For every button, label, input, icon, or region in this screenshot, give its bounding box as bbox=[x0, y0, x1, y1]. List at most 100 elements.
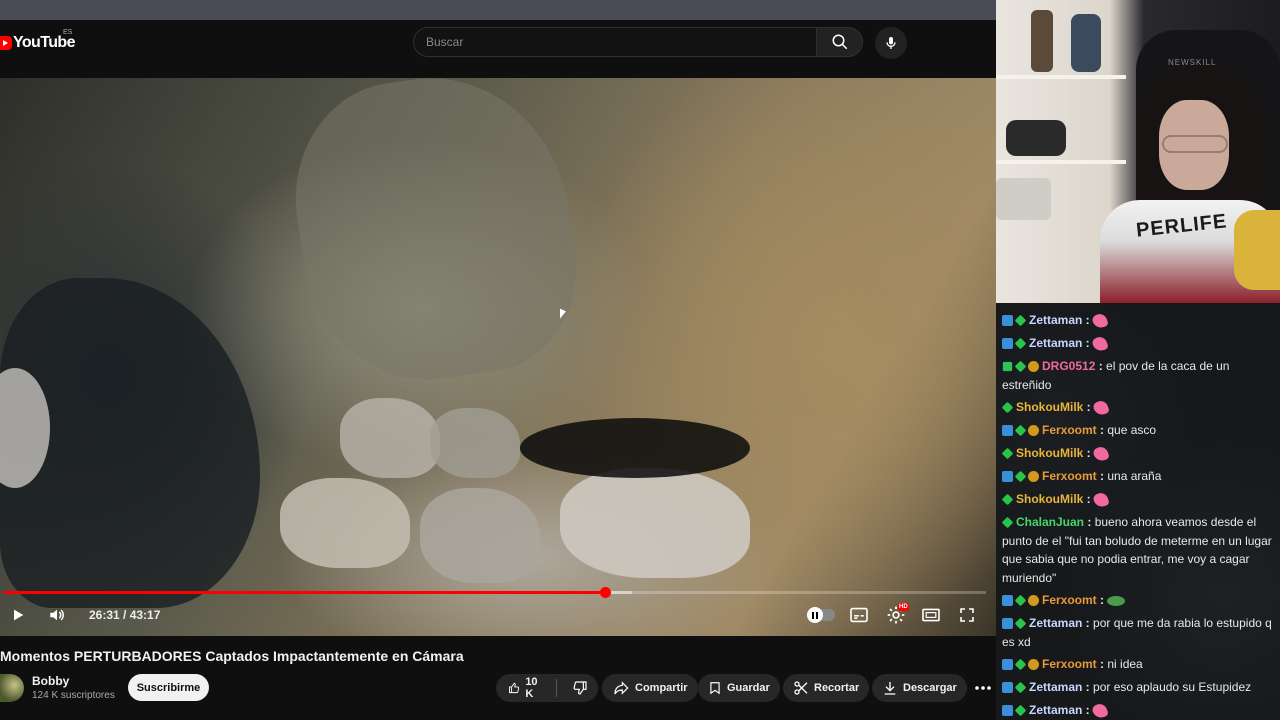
share-label: Compartir bbox=[635, 682, 688, 694]
chat-separator: : bbox=[1084, 515, 1095, 529]
broadcaster-icon bbox=[1002, 425, 1013, 437]
chat-badges bbox=[1001, 447, 1014, 460]
chat-badges bbox=[1001, 401, 1014, 414]
chat-separator: : bbox=[1082, 616, 1094, 630]
chat-badges bbox=[1002, 594, 1039, 607]
shelf bbox=[996, 75, 1126, 79]
chat-badges bbox=[1002, 704, 1027, 717]
progress-bar[interactable] bbox=[3, 587, 986, 598]
chat-username[interactable]: ChalanJuan bbox=[1016, 515, 1084, 529]
fullscreen-button[interactable] bbox=[954, 604, 980, 626]
video-title: Momentos PERTURBADORES Captados Impactan… bbox=[0, 648, 464, 664]
more-icon bbox=[975, 686, 991, 690]
rock-shape bbox=[340, 398, 440, 478]
chat-badges bbox=[1002, 658, 1039, 671]
chat-message: Zettaman : bbox=[1002, 334, 1272, 353]
chat-message: Ferxoomt : que asco bbox=[1002, 421, 1272, 440]
autoplay-toggle[interactable] bbox=[806, 607, 836, 623]
clip-button[interactable]: Recortar bbox=[783, 674, 870, 702]
chat-username[interactable]: ShokouMilk bbox=[1016, 446, 1083, 460]
save-label: Guardar bbox=[727, 682, 770, 694]
frog-emote bbox=[1107, 595, 1126, 606]
volume-button[interactable] bbox=[44, 604, 70, 626]
like-divider bbox=[556, 679, 557, 697]
figurine bbox=[1006, 120, 1066, 156]
like-button[interactable]: 10 K bbox=[496, 674, 551, 702]
chat-separator: : bbox=[1096, 469, 1108, 483]
fullscreen-icon bbox=[960, 608, 974, 622]
voice-search-button[interactable] bbox=[875, 27, 907, 59]
scrubber-handle[interactable] bbox=[600, 587, 612, 598]
bookmark-icon bbox=[710, 682, 720, 695]
chat-username[interactable]: ShokouMilk bbox=[1016, 492, 1083, 506]
chat-username[interactable]: Ferxoomt bbox=[1042, 469, 1097, 483]
chat-badges bbox=[1001, 516, 1014, 529]
plush-toy bbox=[1234, 210, 1280, 290]
chat-username[interactable]: Ferxoomt bbox=[1042, 657, 1097, 671]
pink-emote bbox=[1092, 490, 1110, 509]
chat-separator: : bbox=[1096, 657, 1108, 671]
rock-shape bbox=[420, 488, 540, 583]
chat-username[interactable]: DRG0512 bbox=[1042, 359, 1095, 373]
chat-username[interactable]: Ferxoomt bbox=[1042, 593, 1097, 607]
youtube-window: YouTube ES Buscar 26:31 / 43:17 HD Momen… bbox=[0, 0, 996, 720]
chat-username[interactable]: Zettaman bbox=[1029, 313, 1082, 327]
settings-button[interactable]: HD bbox=[882, 603, 910, 627]
pink-emote bbox=[1092, 444, 1110, 463]
figurine bbox=[1031, 10, 1053, 72]
play-button[interactable] bbox=[6, 604, 30, 626]
share-button[interactable]: Compartir bbox=[602, 674, 698, 702]
chat-username[interactable]: Zettaman bbox=[1029, 616, 1082, 630]
broadcaster-icon bbox=[1002, 705, 1013, 717]
youtube-logo[interactable]: YouTube ES bbox=[0, 29, 75, 54]
search-input[interactable] bbox=[426, 35, 816, 49]
more-actions-button[interactable] bbox=[970, 674, 996, 702]
channel-avatar[interactable] bbox=[0, 674, 24, 702]
chat-message: Ferxoomt : bbox=[1002, 591, 1272, 610]
save-button[interactable]: Guardar bbox=[698, 674, 780, 702]
sub-icon bbox=[1001, 401, 1014, 414]
chat-username[interactable]: Ferxoomt bbox=[1042, 423, 1097, 437]
sub-icon bbox=[1014, 424, 1027, 437]
pink-emote bbox=[1091, 334, 1109, 353]
autoplay-track bbox=[807, 607, 835, 623]
channel-name[interactable]: Bobby bbox=[32, 674, 69, 688]
sub-icon bbox=[1014, 704, 1027, 717]
subscribe-button[interactable]: Suscribirme bbox=[128, 674, 209, 701]
sub-icon bbox=[1014, 681, 1027, 694]
mouse-cursor bbox=[560, 308, 566, 322]
theater-button[interactable] bbox=[918, 604, 944, 626]
pink-emote bbox=[1091, 701, 1109, 720]
theater-icon bbox=[922, 608, 940, 622]
dislike-button[interactable] bbox=[562, 674, 598, 702]
sub-icon bbox=[1001, 447, 1014, 460]
browser-top-strip bbox=[0, 0, 996, 20]
chat-username[interactable]: Zettaman bbox=[1029, 703, 1082, 717]
download-button[interactable]: Descargar bbox=[872, 674, 967, 702]
subtitles-button[interactable] bbox=[846, 604, 872, 626]
search-button[interactable] bbox=[817, 27, 863, 57]
hd-badge: HD bbox=[898, 603, 909, 611]
chat-badges bbox=[1002, 617, 1027, 630]
pink-emote bbox=[1092, 398, 1110, 417]
youtube-play-icon bbox=[0, 36, 12, 50]
video-player[interactable] bbox=[0, 78, 996, 636]
progress-played bbox=[3, 591, 606, 594]
sub-icon bbox=[1014, 617, 1027, 630]
clip-label: Recortar bbox=[814, 682, 860, 694]
rock-shape bbox=[280, 78, 590, 396]
rock-shape bbox=[560, 468, 750, 578]
chat-username[interactable]: ShokouMilk bbox=[1016, 400, 1083, 414]
chat-username[interactable]: Zettaman bbox=[1029, 680, 1082, 694]
scissors-icon bbox=[794, 681, 808, 695]
gold-icon bbox=[1028, 659, 1039, 671]
chat-message: Zettaman : bbox=[1002, 311, 1272, 330]
chat-message: Zettaman : por que me da rabia lo estupi… bbox=[1002, 614, 1272, 651]
chat-username[interactable]: Zettaman bbox=[1029, 336, 1082, 350]
like-count: 10 K bbox=[525, 676, 538, 700]
thumbs-down-icon bbox=[573, 681, 587, 695]
time-display: 26:31 / 43:17 bbox=[89, 608, 161, 622]
sub-icon bbox=[1001, 516, 1014, 529]
screen: YouTube ES Buscar 26:31 / 43:17 HD Momen… bbox=[0, 0, 1280, 720]
chat-badges bbox=[1002, 337, 1027, 350]
